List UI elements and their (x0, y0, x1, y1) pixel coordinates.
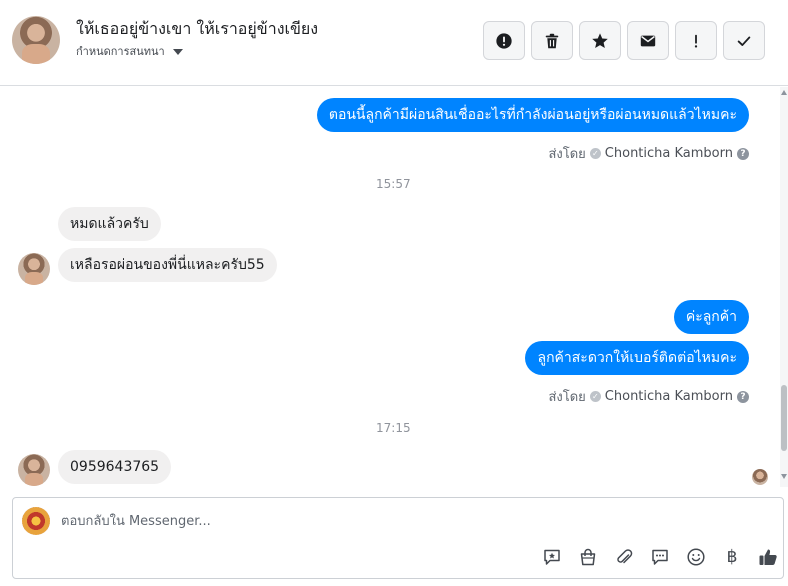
header-actions (483, 21, 765, 60)
payment-button[interactable]: ฿ (714, 545, 750, 569)
caret-down-icon (172, 48, 183, 55)
attach-file-button[interactable] (606, 545, 642, 569)
admin-check-icon: ✓ (589, 391, 601, 402)
sent-by-info: ส่งโดย ✓ Chonticha Kamborn ? (548, 386, 749, 407)
scroll-up-arrow-icon[interactable] (781, 90, 787, 95)
message-template-button[interactable] (642, 545, 678, 569)
admin-check-icon: ✓ (589, 148, 601, 159)
baht-icon: ฿ (726, 547, 738, 567)
saved-reply-icon (544, 549, 560, 565)
incoming-message[interactable]: เหลือรอผ่อนของพี่นี่แหละครับ55 (58, 248, 277, 282)
page-avatar (22, 507, 50, 535)
outgoing-message[interactable]: ค่ะลูกค้า (673, 300, 749, 334)
sent-by-label: ส่งโดย (548, 390, 586, 405)
emoji-icon (687, 548, 705, 566)
incoming-message[interactable]: หมดแล้วครับ (58, 207, 161, 241)
star-icon (592, 32, 608, 48)
mark-unread-button[interactable] (627, 21, 669, 60)
seen-receipt-avatar (752, 469, 768, 485)
help-icon[interactable]: ? (737, 390, 749, 403)
timestamp: 15:57 (376, 177, 411, 191)
outgoing-message[interactable]: ตอนนี้ลูกค้ามีผ่อนสินเชื่ออะไรที่กำลังผ่… (316, 98, 749, 132)
delete-button[interactable] (531, 21, 573, 60)
alert-circle-icon (496, 32, 512, 49)
reply-composer: ฿ (12, 497, 784, 579)
shop-bag-icon (580, 548, 596, 566)
contact-avatar[interactable] (12, 16, 60, 64)
conversation-label-text: กำหนดการสนทนา (76, 45, 165, 58)
sent-by-label: ส่งโดย (548, 147, 586, 162)
like-button[interactable] (750, 545, 786, 569)
contact-name[interactable]: ให้เธออยู่ข้างเขา ให้เราอยู่ข้างเขียง (76, 17, 318, 42)
saved-reply-button[interactable] (534, 545, 570, 569)
check-icon (737, 36, 751, 46)
message-thread[interactable]: ตอนนี้ลูกค้ามีผ่อนสินเชื่ออะไรที่กำลังผ่… (0, 87, 780, 487)
sent-by-info: ส่งโดย ✓ Chonticha Kamborn ? (548, 143, 749, 164)
contact-avatar-small[interactable] (18, 253, 50, 285)
contact-avatar-small[interactable] (18, 454, 50, 486)
sender-name[interactable]: Chonticha Kamborn (605, 389, 733, 404)
scroll-down-arrow-icon[interactable] (781, 474, 787, 479)
timestamp: 17:15 (376, 421, 411, 435)
conversation-label-dropdown[interactable]: กำหนดการสนทนา (76, 42, 183, 60)
chat-bubble-icon (652, 549, 668, 565)
follow-up-button[interactable] (675, 21, 717, 60)
exclamation-icon (694, 34, 698, 48)
star-button[interactable] (579, 21, 621, 60)
reply-input[interactable] (61, 511, 661, 531)
trash-icon (545, 33, 559, 48)
scrollbar-thumb[interactable] (781, 385, 787, 451)
sender-name[interactable]: Chonticha Kamborn (605, 146, 733, 161)
report-button[interactable] (483, 21, 525, 60)
conversation-header: ให้เธออยู่ข้างเขา ให้เราอยู่ข้างเขียง กำ… (0, 0, 788, 86)
paperclip-icon (617, 549, 633, 564)
incoming-message[interactable]: 0959643765 (58, 450, 172, 484)
outgoing-message[interactable]: ลูกค้าสะดวกให้เบอร์ติดต่อไหมคะ (525, 341, 749, 375)
emoji-button[interactable] (678, 545, 714, 569)
composer-toolbar: ฿ (534, 545, 786, 569)
envelope-icon (640, 35, 656, 46)
thumbs-up-icon (759, 549, 777, 565)
help-icon[interactable]: ? (737, 147, 749, 160)
shop-button[interactable] (570, 545, 606, 569)
done-button[interactable] (723, 21, 765, 60)
